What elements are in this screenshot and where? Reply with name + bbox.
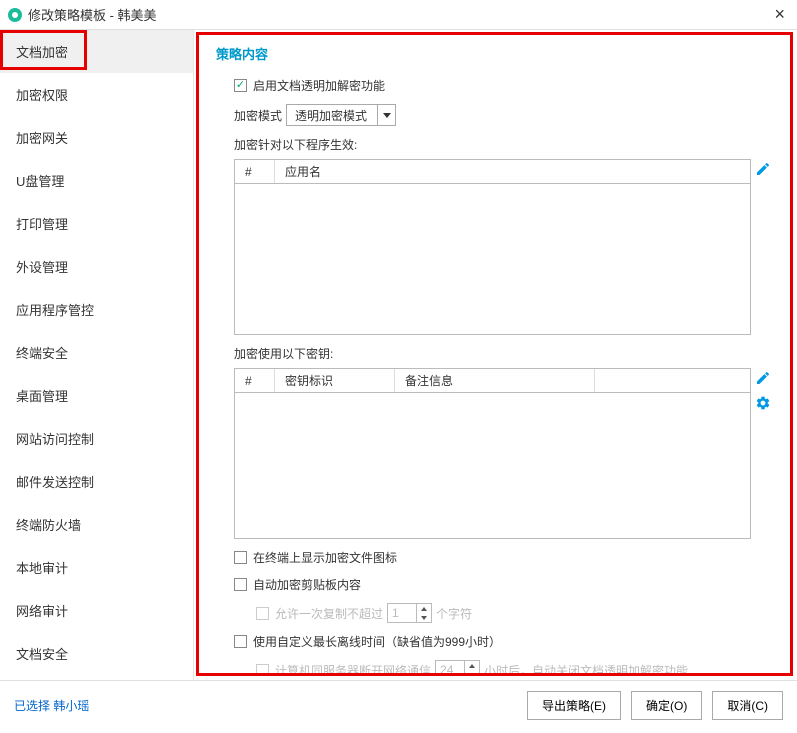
enable-encryption-label: 启用文档透明加解密功能 [253,77,385,94]
keys-table-label: 加密使用以下密钥: [234,345,775,362]
show-icon-label: 在终端上显示加密文件图标 [253,549,397,566]
chevron-down-icon[interactable] [377,105,395,125]
keys-table-body[interactable] [235,393,750,538]
apps-table-body[interactable] [235,184,750,334]
sidebar-item[interactable]: 桌面管理 [0,374,193,417]
spinner-down-icon [465,670,479,676]
clipboard-limit-prefix: 允许一次复制不超过 [275,605,383,622]
sidebar-item[interactable]: 外设管理 [0,245,193,288]
sidebar-item[interactable]: 网络审计 [0,589,193,632]
apps-table: # 应用名 [234,159,751,335]
export-button[interactable]: 导出策略(E) [527,691,621,720]
auto-clipboard-label: 自动加密剪贴板内容 [253,576,361,593]
sidebar-item[interactable]: 本地审计 [0,546,193,589]
edit-icon[interactable] [755,161,771,180]
sidebar-item[interactable]: 文档加密 [0,30,193,73]
apps-col-num: # [235,160,275,183]
sidebar-item[interactable]: 邮件发送控制 [0,460,193,503]
enable-encryption-checkbox[interactable] [234,79,247,92]
mode-label: 加密模式 [234,107,282,124]
sidebar-item[interactable]: 文档安全 [0,632,193,675]
sidebar: 文档加密加密权限加密网关U盘管理打印管理外设管理应用程序管控终端安全桌面管理网站… [0,30,194,680]
ok-button[interactable]: 确定(O) [631,691,702,720]
show-icon-checkbox[interactable] [234,551,247,564]
server-suffix: 小时后，自动关闭文档透明加解密功能 [484,662,688,677]
gear-icon[interactable] [755,395,771,414]
window-title: 修改策略模板 - 韩美美 [28,5,770,24]
edit-icon[interactable] [755,370,771,389]
apps-col-name: 应用名 [275,160,750,183]
sidebar-item[interactable]: 终端防火墙 [0,503,193,546]
mode-select[interactable]: 透明加密模式 [286,104,396,126]
sidebar-item[interactable]: 打印管理 [0,202,193,245]
spinner-down-icon [417,613,431,622]
server-hours-spinner: 24 [435,660,480,676]
keys-col-num: # [235,369,275,392]
clipboard-limit-suffix: 个字符 [436,605,472,622]
mode-value: 透明加密模式 [287,107,377,124]
sidebar-item[interactable]: 终端安全 [0,331,193,374]
clipboard-limit-spinner: 1 [387,603,432,623]
app-icon [8,8,22,22]
cancel-button[interactable]: 取消(C) [712,691,783,720]
spinner-up-icon [465,661,479,670]
sidebar-item[interactable]: 应用程序管控 [0,288,193,331]
spinner-up-icon [417,604,431,613]
sidebar-item[interactable]: 审批流程 [0,675,193,680]
close-icon[interactable]: × [770,4,789,25]
auto-clipboard-checkbox[interactable] [234,578,247,591]
keys-table: # 密钥标识 备注信息 [234,368,751,539]
sidebar-item[interactable]: 加密权限 [0,73,193,116]
sidebar-item[interactable]: 加密网关 [0,116,193,159]
keys-col-id: 密钥标识 [275,369,395,392]
offline-label: 使用自定义最长离线时间（缺省值为999小时） [253,633,501,650]
selection-status: 已选择 韩小瑶 [14,697,517,714]
apps-table-label: 加密针对以下程序生效: [234,136,775,153]
section-title: 策略内容 [216,44,775,63]
server-checkbox [256,664,269,677]
sidebar-item[interactable]: 网站访问控制 [0,417,193,460]
offline-checkbox[interactable] [234,635,247,648]
server-prefix: 计算机同服务器断开网络通信 [275,662,431,677]
sidebar-item[interactable]: U盘管理 [0,159,193,202]
clipboard-limit-checkbox [256,607,269,620]
keys-col-spacer [595,369,750,392]
keys-col-remark: 备注信息 [395,369,595,392]
